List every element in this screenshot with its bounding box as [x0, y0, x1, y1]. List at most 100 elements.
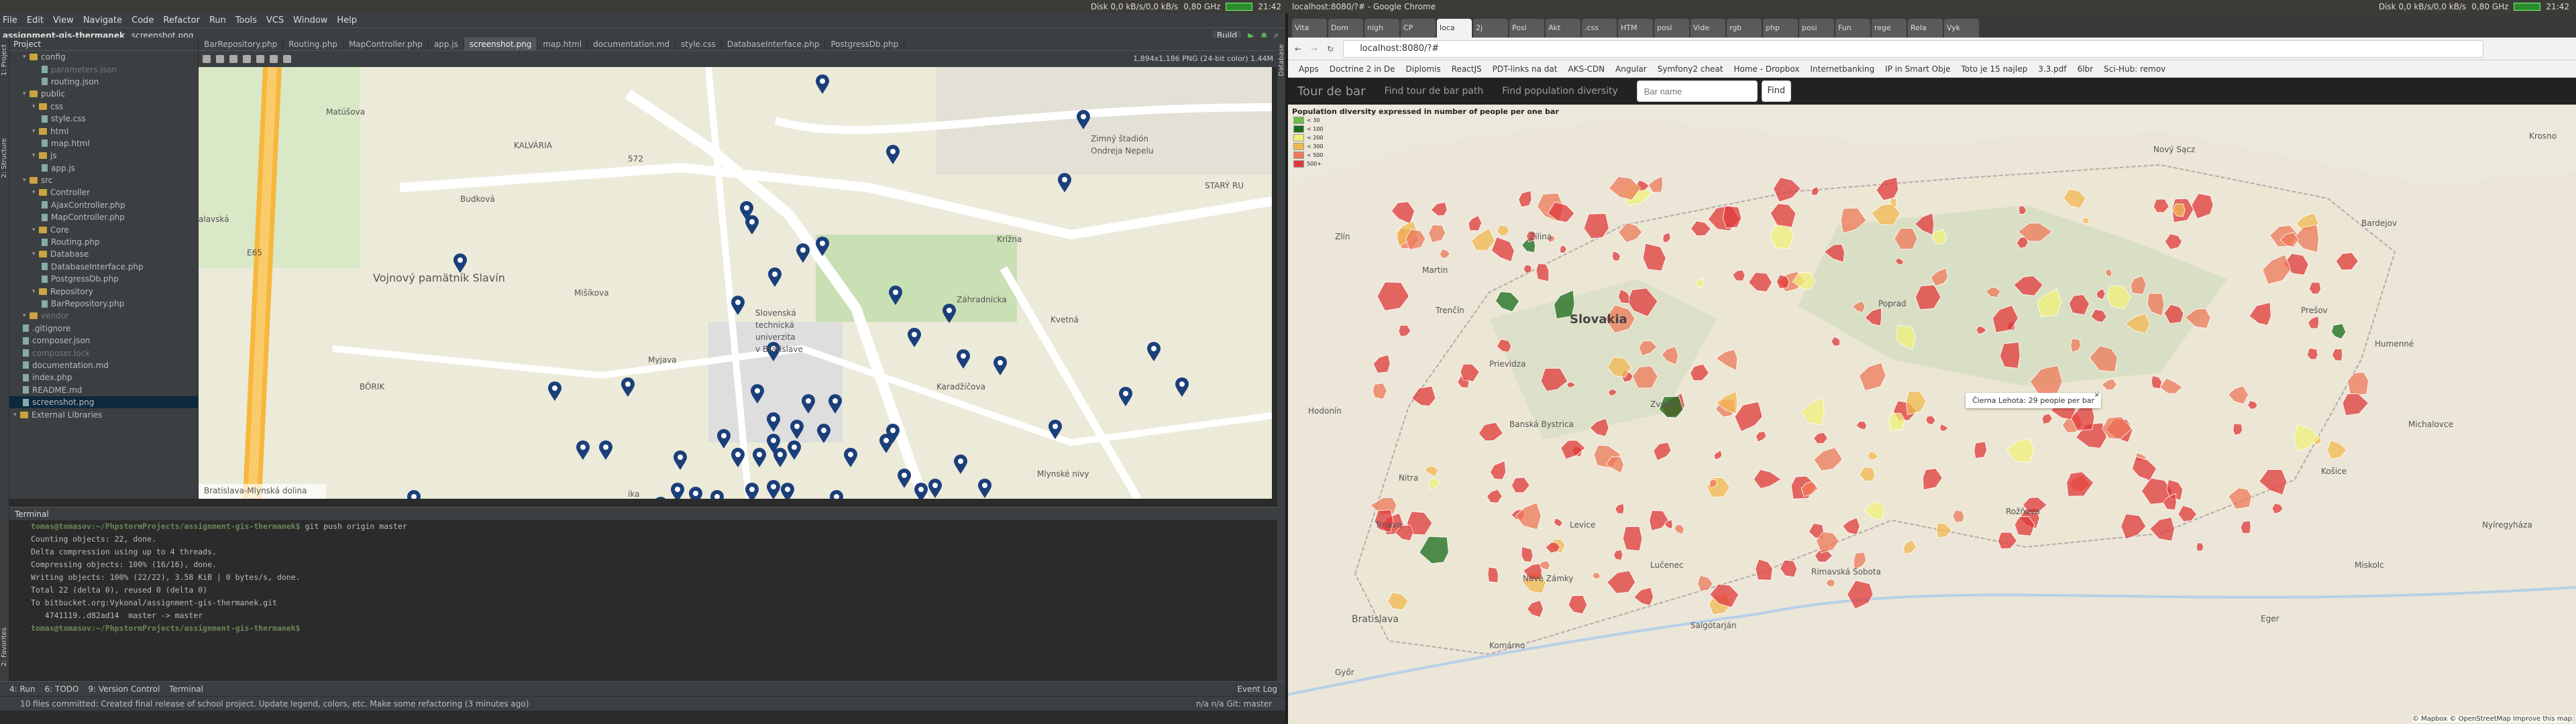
editor-tab[interactable]: PostgressDb.php: [825, 38, 905, 50]
map-pin-icon[interactable]: [710, 489, 724, 499]
tree-item[interactable]: app.js: [9, 162, 198, 174]
bookmark-item[interactable]: Home - Dropbox: [1734, 64, 1800, 74]
project-header-label[interactable]: Project: [13, 40, 41, 49]
tree-item[interactable]: MapController.php: [9, 211, 198, 223]
actual-size-icon[interactable]: [256, 55, 264, 63]
browser-tab[interactable]: posi: [1654, 19, 1689, 38]
map-canvas[interactable]: [1288, 105, 2576, 724]
map-pin-icon[interactable]: [829, 489, 844, 499]
tree-item[interactable]: ▾ External Libraries: [9, 408, 198, 420]
map-pin-icon[interactable]: [576, 440, 590, 463]
browser-tab[interactable]: .css: [1582, 19, 1617, 38]
panel-time[interactable]: 21:42: [1258, 2, 1281, 11]
tool-window-button[interactable]: Terminal: [169, 684, 203, 694]
map-pin-icon[interactable]: [815, 236, 830, 259]
status-right[interactable]: n/a n/a Git: master: [1196, 697, 1272, 711]
browser-tab[interactable]: loca: [1437, 19, 1472, 38]
browser-tab[interactable]: Posi: [1509, 19, 1544, 38]
bookmark-item[interactable]: 3.3.pdf: [2038, 64, 2066, 74]
back-icon[interactable]: ←: [1295, 44, 1301, 54]
population-map[interactable]: Population diversity expressed in number…: [1288, 105, 2576, 724]
tool-tab-favorites[interactable]: 2: Favorites: [1, 627, 8, 666]
tree-item[interactable]: Routing.php: [9, 236, 198, 248]
editor-tab[interactable]: app.js: [429, 38, 464, 50]
expand-arrow-icon[interactable]: ▾: [32, 103, 39, 110]
expand-arrow-icon[interactable]: ▾: [23, 90, 30, 97]
map-pin-icon[interactable]: [942, 304, 957, 326]
map-pin-icon[interactable]: [787, 440, 802, 463]
browser-tab[interactable]: Vide: [1690, 19, 1725, 38]
browser-tab[interactable]: Vyk: [1944, 19, 1979, 38]
bookmark-item[interactable]: Toto je 15 najlep: [1961, 64, 2027, 74]
expand-arrow-icon[interactable]: ▾: [32, 128, 39, 135]
tree-item[interactable]: ▾ js: [9, 149, 198, 162]
bookmark-item[interactable]: Internetbanking: [1810, 64, 1874, 74]
browser-tab[interactable]: php: [1763, 19, 1798, 38]
browser-tab[interactable]: rege: [1872, 19, 1907, 38]
map-pin-icon[interactable]: [956, 349, 971, 371]
browser-tab[interactable]: Akt: [1546, 19, 1580, 38]
tree-item[interactable]: routing.json: [9, 76, 198, 88]
menu-window[interactable]: Window: [293, 15, 327, 25]
tree-item[interactable]: ▾ Controller: [9, 186, 198, 198]
map-pin-icon[interactable]: [407, 489, 421, 499]
map-pin-icon[interactable]: [766, 412, 781, 434]
event-log-button[interactable]: Event Log: [1237, 684, 1277, 694]
map-pin-icon[interactable]: [716, 429, 731, 451]
expand-arrow-icon[interactable]: ▾: [32, 251, 39, 257]
map-pin-icon[interactable]: [1048, 419, 1063, 442]
map-pin-icon[interactable]: [977, 478, 992, 499]
tree-item[interactable]: screenshot.png: [9, 396, 198, 409]
browser-tab[interactable]: Rela: [1908, 19, 1943, 38]
nav-find-path[interactable]: Find tour de bar path: [1385, 86, 1484, 97]
tree-item[interactable]: ▾ public: [9, 88, 198, 100]
map-pin-icon[interactable]: [1057, 173, 1072, 195]
tree-item[interactable]: BarRepository.php: [9, 298, 198, 310]
map-pin-icon[interactable]: [885, 145, 900, 167]
region-polygon[interactable]: [1487, 566, 1499, 583]
region-polygon[interactable]: [2196, 542, 2204, 552]
bookmark-item[interactable]: Angular: [1615, 64, 1647, 74]
map-pin-icon[interactable]: [773, 447, 788, 470]
map-pin-icon[interactable]: [745, 483, 759, 499]
expand-arrow-icon[interactable]: ▾: [13, 412, 20, 418]
tool-tab-structure[interactable]: 2: Structure: [1, 138, 8, 178]
map-pin-icon[interactable]: [993, 356, 1008, 378]
tree-item[interactable]: PostgressDb.php: [9, 273, 198, 285]
editor-tab[interactable]: map.html: [537, 38, 588, 50]
tool-window-button[interactable]: 6: TODO: [45, 684, 79, 694]
menu-navigate[interactable]: Navigate: [83, 15, 122, 25]
bookmark-item[interactable]: Symfony2 cheat: [1658, 64, 1723, 74]
region-polygon[interactable]: [1521, 546, 1534, 562]
bookmark-item[interactable]: Sci-Hub: remov: [2104, 64, 2165, 74]
region-polygon[interactable]: [1888, 413, 1906, 432]
menu-view[interactable]: View: [53, 15, 74, 25]
map-pin-icon[interactable]: [897, 469, 912, 491]
tool-window-button[interactable]: 9: Version Control: [88, 684, 160, 694]
map-pin-icon[interactable]: [653, 497, 668, 499]
map-pin-icon[interactable]: [739, 201, 754, 223]
expand-arrow-icon[interactable]: ▾: [32, 152, 39, 159]
menu-run[interactable]: Run: [209, 15, 226, 25]
map-pin-icon[interactable]: [796, 243, 810, 265]
bookmark-item[interactable]: PDT-links na dat: [1493, 64, 1558, 74]
bookmark-item[interactable]: Diplomis: [1405, 64, 1440, 74]
expand-arrow-icon[interactable]: ▾: [23, 177, 30, 184]
map-pin-icon[interactable]: [1076, 109, 1091, 132]
bookmark-item[interactable]: ReactJS: [1452, 64, 1482, 74]
editor-tab[interactable]: DatabaseInterface.php: [722, 38, 826, 50]
bookmark-item[interactable]: IP in Smart Obje: [1885, 64, 1950, 74]
map-pin-icon[interactable]: [766, 479, 781, 499]
map-pin-icon[interactable]: [828, 394, 843, 416]
map-pin-icon[interactable]: [888, 286, 903, 308]
url-input[interactable]: localhost:8080/?#: [1343, 40, 2484, 58]
expand-arrow-icon[interactable]: ▾: [32, 189, 39, 196]
map-pin-icon[interactable]: [780, 483, 795, 499]
map-pin-icon[interactable]: [750, 384, 765, 406]
tree-item[interactable]: ▾ src: [9, 174, 198, 186]
tree-item[interactable]: parameters.json: [9, 63, 198, 75]
tree-item[interactable]: ▾ config: [9, 51, 198, 63]
region-polygon[interactable]: [1952, 509, 1965, 523]
panel-time-2[interactable]: 21:42: [2546, 2, 2569, 11]
tree-item[interactable]: ▾ css: [9, 101, 198, 113]
